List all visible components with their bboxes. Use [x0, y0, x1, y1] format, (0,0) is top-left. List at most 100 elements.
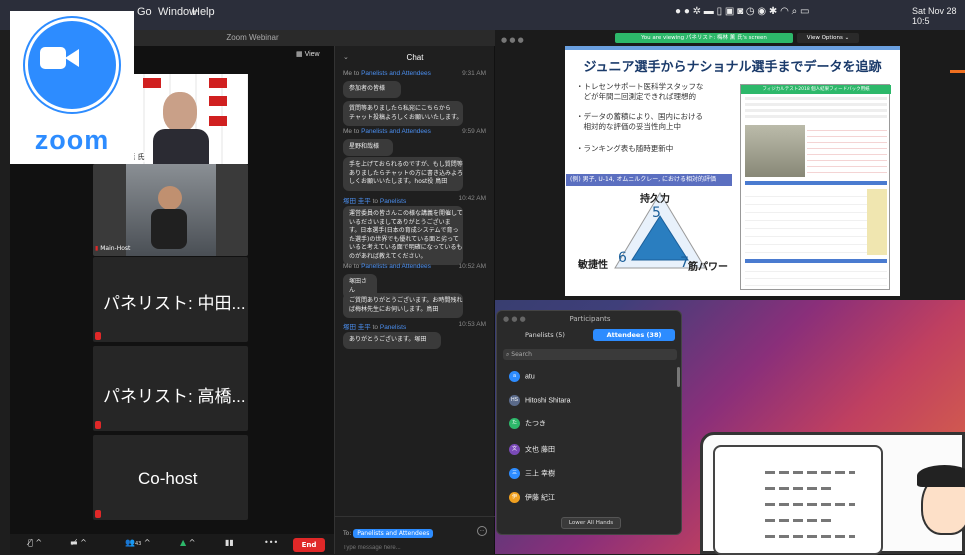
participant-name: 三上 幸樹	[525, 470, 555, 478]
mic-muted-icon[interactable]: 🎙̸ ^	[28, 538, 42, 547]
to-label: To:	[343, 530, 352, 537]
polls-icon[interactable]: ▮▮	[225, 538, 234, 547]
radar-label-right: 筋パワー	[688, 262, 728, 273]
video-tile-cohost[interactable]: Co-host	[93, 435, 248, 520]
tab-panelists[interactable]: Panelists (5)	[503, 329, 587, 341]
chat-meta: Me to Panelists and Attendees	[343, 263, 431, 270]
tab-attendees[interactable]: Attendees (38)	[593, 329, 675, 341]
chat-to: Panelists	[379, 198, 407, 205]
recipient-select[interactable]: Panelists and Attendees	[353, 529, 434, 538]
chat-meta: Me to Panelists and Attendees	[343, 128, 431, 135]
search-input[interactable]: ⌕ Search	[503, 349, 677, 360]
chat-input[interactable]	[343, 542, 483, 554]
video-off-icon[interactable]: ▬̸ ^	[70, 538, 87, 547]
meeting-toolbar: 🎙̸ ^ ▬̸ ^ 👥43 ^ ▲ ^ ▮▮ •••	[10, 534, 334, 554]
dash-line	[765, 535, 855, 538]
view-options-button[interactable]: View Options ⌄	[797, 33, 859, 43]
chat-from: 塚田 圭平	[343, 324, 371, 331]
dash-line	[765, 487, 835, 490]
dash-line	[765, 471, 855, 474]
chat-to: Panelists and Attendees	[361, 263, 431, 270]
sheet-highlight-col	[867, 189, 887, 255]
sheet-detail-rows	[745, 189, 887, 255]
divider	[335, 516, 495, 517]
participant-count: 43	[134, 541, 142, 547]
chat-time: 10:52 AM	[458, 263, 486, 270]
avatar: た	[509, 418, 520, 429]
chat-time: 10:53 AM	[458, 321, 486, 328]
chat-to: Panelists	[379, 324, 407, 331]
muted-icon	[95, 421, 101, 429]
tile-name: Co-host	[138, 469, 198, 488]
lower-all-hands-button[interactable]: Lower All Hands	[561, 517, 621, 529]
participant-row[interactable]: a atu	[509, 371, 535, 382]
camera-lens-icon	[65, 49, 79, 67]
avatar: HS	[509, 395, 520, 406]
sheet-title: フィジカルテスト2018 個人結果フィードバック用紙	[741, 85, 891, 94]
participant-name: たつき	[525, 420, 546, 428]
slide-topbar	[565, 46, 900, 50]
chat-bubble: 運営委員の皆さんこの様な講義を開催して いるださいましてありがとうございま す。…	[343, 206, 463, 265]
slide-title: ジュニア選手からナショナル選手までデータを追跡	[583, 60, 882, 75]
share-banner: You are viewing パネリスト: 梅林 薫 氏's screen	[615, 33, 793, 43]
participants-window: ● ● ● Participants Panelists (5) Attende…	[496, 310, 682, 535]
video-tile-panelist-1[interactable]: パネリスト: 中田...	[93, 257, 248, 342]
result-sheet: フィジカルテスト2018 個人結果フィードバック用紙	[740, 84, 891, 290]
zoom-logo: zoom	[10, 11, 134, 164]
person-hair	[917, 465, 965, 487]
share-screen-icon[interactable]: ▲ ^	[180, 538, 195, 547]
whiteboard-illustration	[700, 432, 965, 555]
sheet-footer-rows	[745, 265, 887, 289]
chat-from: Me	[343, 263, 353, 270]
participant-row[interactable]: たたつき	[509, 418, 546, 429]
sheet-score-rows	[807, 125, 887, 177]
participant-row[interactable]: 三三上 幸樹	[509, 468, 555, 479]
slide-bullet: ・データの蓄積により、国内における 相対的な評価の妥当性向上中	[576, 112, 704, 131]
chat-bubble: 手を上げておられるのですが、もし質問等 ありましたらチャットの方に書き込みよろ …	[343, 157, 463, 191]
view-label: View	[304, 51, 320, 58]
muted-icon	[95, 510, 101, 518]
participant-row[interactable]: 文文也 藤田	[509, 444, 555, 455]
status-icons: ● ● ✲ ▬ ▯ ▣ ◙ ◷ ◉ ✱ ◠ ⌕ ▭	[675, 6, 810, 17]
speaker-body	[153, 129, 209, 164]
host-body	[151, 209, 187, 249]
more-icon[interactable]: …	[477, 526, 487, 536]
menu-help[interactable]: Help	[192, 6, 215, 18]
slide-bullet: ・トレセンサポート医科学スタッフな どが年間二回測定できれば理想的	[576, 82, 704, 101]
dash-line	[765, 519, 835, 522]
host-face	[158, 186, 182, 210]
video-tile-panelist-2[interactable]: パネリスト: 高橋...	[93, 346, 248, 431]
view-button[interactable]: ▦ View	[296, 50, 320, 58]
chat-to-row: To: Panelists and Attendees	[343, 529, 434, 538]
more-icon[interactable]: •••	[264, 538, 278, 547]
chat-time: 10:42 AM	[458, 195, 486, 202]
sheet-divider	[745, 259, 887, 263]
chat-meta: Me to Panelists and Attendees	[343, 70, 431, 77]
participant-name: 伊藤 紀江	[525, 494, 555, 502]
avatar: a	[509, 371, 520, 382]
chat-time: 9:31 AM	[462, 70, 486, 77]
chat-bubble: ご質問ありがとうございます。お時間残れ ば梅林先生にお伺いします。鳥田	[343, 293, 463, 318]
radar-label-left: 敏捷性	[578, 260, 608, 271]
camera-icon	[40, 47, 66, 69]
participant-name: 文也 藤田	[525, 446, 555, 454]
logo-patch	[209, 116, 227, 126]
menu-go[interactable]: Go	[137, 6, 152, 18]
radar-num-left: 6	[618, 250, 627, 266]
chat-bubble: 質問等ありましたら私宛にこちらから チャット投稿よろしくお願いいたします。	[343, 101, 463, 126]
window-controls[interactable]: ● ● ●	[501, 36, 524, 44]
video-tile-main-host[interactable]: ▮ Main-Host	[93, 164, 248, 256]
radar-label-top: 持久力	[640, 194, 670, 205]
chat-bubble: 星野和哉様	[343, 139, 393, 156]
scrollbar[interactable]	[677, 367, 680, 387]
chat-from: Me	[343, 128, 353, 135]
participant-row[interactable]: HS Hitoshi Shitara	[509, 395, 571, 406]
chat-panel: ⌄ Chat Me to Panelists and Attendees 9:3…	[334, 46, 495, 554]
chat-time: 9:59 AM	[462, 128, 486, 135]
participant-row[interactable]: 伊伊藤 紀江	[509, 492, 555, 503]
end-button[interactable]: End	[293, 538, 325, 552]
participants-title: Participants	[569, 315, 611, 323]
tile-name: パネリスト: 中田...	[103, 294, 246, 313]
participants-icon[interactable]: 👥43 ^	[125, 538, 151, 547]
sheet-header-rows	[745, 97, 887, 121]
